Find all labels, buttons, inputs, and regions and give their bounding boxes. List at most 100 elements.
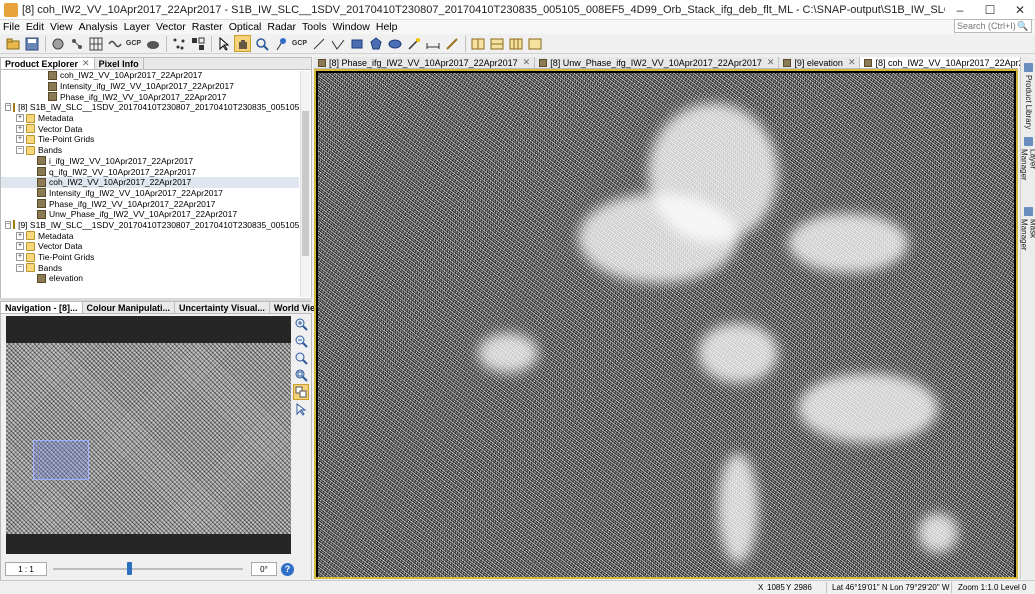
mosaic-icon[interactable] [189,35,206,52]
tree-node-folder[interactable]: + Vector Data [1,241,299,252]
tree-node-product[interactable]: − [8] S1B_IW_SLC__1SDV_20170410T230807_20… [1,102,299,113]
menu-radar[interactable]: Radar [264,21,299,33]
tree-node-band[interactable]: Intensity_ifg_IW2_VV_10Apr2017_22Apr2017 [1,81,299,92]
zoom-actual-icon[interactable] [293,350,309,366]
magic-wand-icon[interactable] [405,35,422,52]
select-tool-icon[interactable] [215,35,232,52]
sync-cursor-icon[interactable] [293,401,309,417]
pan-tool-icon[interactable] [234,35,251,52]
search-input[interactable] [957,21,1017,31]
menu-file[interactable]: File [0,21,23,33]
tree-node-folder[interactable]: − Bands [1,262,299,273]
grid-icon[interactable] [87,35,104,52]
menu-layer[interactable]: Layer [121,21,153,33]
save-product-icon[interactable] [23,35,40,52]
tree-node-band[interactable]: coh_IW2_VV_10Apr2017_22Apr2017 [1,176,299,188]
tree-scrollbar[interactable] [300,71,310,297]
tree-node-band[interactable]: Phase_ifg_IW2_VV_10Apr2017_22Apr2017 [1,198,299,209]
search-icon[interactable]: 🔍 [1017,21,1028,32]
minimize-button[interactable]: – [945,0,975,20]
tree-node-band[interactable]: Unw_Phase_ifg_IW2_VV_10Apr2017_22Apr2017 [1,209,299,220]
menu-raster[interactable]: Raster [189,21,226,33]
scatter-icon[interactable] [170,35,187,52]
viewport-rectangle[interactable] [33,440,89,480]
close-icon[interactable]: ✕ [848,57,856,68]
collapse-icon[interactable]: − [5,220,12,229]
expand-icon[interactable]: + [16,253,24,262]
expand-icon[interactable]: + [16,124,24,133]
sync-views-icon[interactable] [293,384,309,400]
tile-vertically-icon[interactable] [507,35,524,52]
rectangle-draw-icon[interactable] [348,35,365,52]
graph-builder-icon[interactable] [68,35,85,52]
menu-view[interactable]: View [47,21,76,33]
mask-manager-tab[interactable]: Mask Manager [1020,207,1035,269]
scrollbar-thumb[interactable] [302,111,309,256]
tile-evenly-icon[interactable] [469,35,486,52]
zoom-tool-icon[interactable] [253,35,270,52]
tree-node-folder[interactable]: + Tie-Point Grids [1,252,299,263]
tree-node-folder[interactable]: + Metadata [1,230,299,241]
wave-icon[interactable] [106,35,123,52]
layer-manager-tab[interactable]: Layer Manager [1020,137,1035,201]
tab-product-explorer[interactable]: Product Explorer ✕ [1,58,95,69]
session-icon[interactable] [49,35,66,52]
tree-node-band[interactable]: i_ifg_IW2_VV_10Apr2017_22Apr2017 [1,156,299,167]
ellipse-draw-icon[interactable] [386,35,403,52]
product-library-tab[interactable]: Product Library [1022,63,1035,133]
help-icon[interactable]: ? [281,562,294,576]
tree-node-folder[interactable]: + Tie-Point Grids [1,134,299,145]
zoom-out-icon[interactable] [293,333,309,349]
zoom-slider[interactable] [53,562,243,576]
navigation-overview[interactable] [6,316,291,554]
image-view-tab[interactable]: [8] Unw_Phase_ifg_IW2_VV_10Apr2017_22Apr… [535,57,780,68]
image-canvas-frame[interactable] [314,69,1018,579]
tab-pixel-info[interactable]: Pixel Info [94,58,144,69]
collapse-icon[interactable]: − [5,103,12,112]
image-view-tab[interactable]: [8] Phase_ifg_IW2_VV_10Apr2017_22Apr2017… [314,57,536,68]
tree-node-band[interactable]: q_ifg_IW2_VV_10Apr2017_22Apr2017 [1,166,299,177]
collapse-icon[interactable]: − [16,146,24,155]
cloud-icon[interactable] [144,35,161,52]
tile-horizontally-icon[interactable] [488,35,505,52]
expand-icon[interactable]: + [16,114,24,123]
menu-analysis[interactable]: Analysis [76,21,121,33]
tree-node-product[interactable]: − [9] S1B_IW_SLC__1SDV_20170410T230807_20… [1,220,299,231]
close-icon[interactable]: ✕ [767,57,775,68]
expand-icon[interactable]: + [16,231,24,240]
menu-edit[interactable]: Edit [23,21,47,33]
tree-node-folder[interactable]: + Metadata [1,113,299,124]
tree-node-band[interactable]: coh_IW2_VV_10Apr2017_22Apr2017 [1,70,299,81]
open-product-icon[interactable] [4,35,21,52]
image-view-tab[interactable]: [8] coh_IW2_VV_10Apr2017_22Apr2017✕ [860,57,1035,68]
menu-vector[interactable]: Vector [153,21,189,33]
polyline-draw-icon[interactable] [329,35,346,52]
draw-tool-icon[interactable] [443,35,460,52]
tab-navigation[interactable]: Navigation - [8]... [1,302,83,313]
pin-tool-icon[interactable] [272,35,289,52]
polygon-draw-icon[interactable] [367,35,384,52]
scale-field[interactable]: 1 : 1 [5,562,47,576]
menu-window[interactable]: Window [330,21,373,33]
tree-node-band[interactable]: elevation [1,273,299,284]
range-finder-icon[interactable] [424,35,441,52]
line-draw-icon[interactable] [310,35,327,52]
expand-icon[interactable]: + [16,242,24,251]
search-field[interactable]: 🔍 [954,19,1032,33]
tab-colour-manipulation[interactable]: Colour Manipulati... [82,302,176,313]
expand-icon[interactable]: + [16,135,24,144]
tile-single-icon[interactable] [526,35,543,52]
maximize-button[interactable]: ☐ [975,0,1005,20]
close-button[interactable]: ✕ [1005,0,1035,20]
gcp-placer-icon[interactable]: GCP [291,35,308,52]
menu-tools[interactable]: Tools [299,21,330,33]
zoom-all-icon[interactable] [293,367,309,383]
zoom-slider-knob[interactable] [127,562,132,575]
rotation-field[interactable]: 0° [251,562,277,576]
tree-node-folder[interactable]: + Vector Data [1,123,299,134]
close-icon[interactable]: ✕ [523,57,531,68]
tree-node-folder[interactable]: − Bands [1,145,299,156]
tree-node-band[interactable]: Intensity_ifg_IW2_VV_10Apr2017_22Apr2017 [1,188,299,199]
sar-coherence-image[interactable] [318,73,1014,577]
close-icon[interactable]: ✕ [82,58,90,69]
